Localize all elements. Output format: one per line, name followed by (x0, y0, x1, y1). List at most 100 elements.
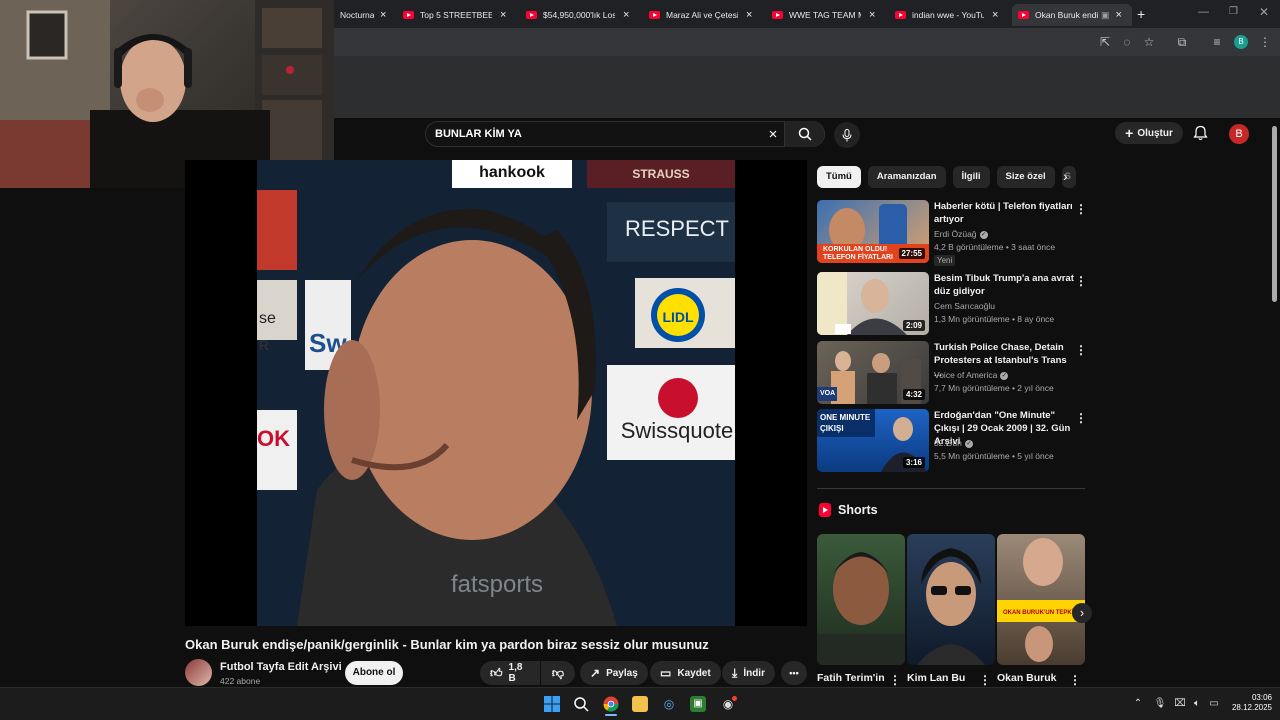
close-icon[interactable]: × (869, 9, 875, 21)
account-avatar[interactable]: B (1229, 124, 1249, 144)
search-input[interactable]: BUNLAR KİM YA (426, 128, 762, 140)
thumbnail-text: KORKULAN OLDU! TELEFON FİYATLARI (823, 246, 893, 261)
recommendation-item[interactable]: 2:09 Besim Tibuk Trump'a ana avrat düz g… (817, 272, 1087, 336)
search-button[interactable] (784, 121, 824, 147)
share-button[interactable]: ↗ Paylaş (580, 661, 648, 685)
notifications-icon[interactable] (1193, 125, 1208, 146)
video-thumbnail[interactable]: 2:09 (817, 272, 929, 335)
short-thumbnail[interactable] (817, 534, 905, 665)
video-thumbnail[interactable]: KORKULAN OLDU! TELEFON FİYATLARI 27:55 (817, 200, 929, 263)
more-actions-button[interactable]: ••• (781, 661, 807, 685)
menu-kebab-icon[interactable]: ⋮ (1257, 34, 1273, 50)
network-icon[interactable]: ⌧ (1172, 696, 1188, 712)
tab-title: WWE TAG TEAM MA (789, 10, 861, 20)
save-button[interactable]: ▭ Kaydet (650, 661, 721, 685)
short-title[interactable]: Fatih Terim'in (817, 672, 885, 684)
download-button[interactable]: ⤓ İndir (722, 661, 775, 685)
browser-tab[interactable]: $54,950,000'lık Los A × (520, 4, 629, 26)
system-clock[interactable]: 03:06 28.12.2025 (1222, 693, 1272, 713)
chip-related[interactable]: İlgili (952, 166, 990, 188)
more-options-icon[interactable]: ⋮ (1075, 274, 1087, 288)
bookmark-icon: ▭ (660, 666, 672, 680)
profile-avatar[interactable]: B (1234, 35, 1248, 49)
browser-tab[interactable]: Nocturnal × (334, 4, 386, 26)
channel-label: 32.Gün (934, 438, 962, 448)
close-icon[interactable]: × (992, 9, 998, 21)
recommendation-title[interactable]: Haberler kötü | Telefon fiyatları artıyo… (934, 200, 1074, 226)
clear-search-icon[interactable]: × (762, 126, 784, 143)
video-duration: 27:55 (898, 248, 925, 259)
thumbnail-text: ONE MINUTE ÇIKIŞI (820, 413, 871, 433)
video-still: hankook STRAUSS RESPECT LIDL Swissquote … (257, 160, 735, 626)
short-thumbnail[interactable]: OKAN BURUK'UN TEPKİSİ (997, 534, 1085, 665)
volume-icon[interactable]: 🔈︎ (1189, 696, 1205, 712)
like-button[interactable]: 👍︎ 1,8 B (480, 661, 540, 685)
new-tab-button[interactable]: + (1137, 6, 1145, 22)
channel-avatar[interactable] (185, 659, 212, 686)
restore-icon[interactable]: ❐ (1229, 6, 1238, 17)
chip-for-you[interactable]: Size özel (996, 166, 1055, 188)
chip-all[interactable]: Tümü (817, 166, 861, 188)
channel-name[interactable]: Futbol Tayfa Edit Arşivi (220, 661, 342, 673)
recommendation-meta: 1,3 Mn görüntüleme • 8 ay önce (934, 314, 1055, 324)
more-options-icon[interactable]: ⋮ (1075, 202, 1087, 216)
search-box[interactable]: BUNLAR KİM YA × (425, 121, 825, 147)
short-title[interactable]: Okan Buruk (997, 672, 1057, 684)
recommendation-item[interactable]: VOA 4:32 Turkish Police Chase, Detain Pr… (817, 341, 1087, 405)
recommendation-item[interactable]: KORKULAN OLDU! TELEFON FİYATLARI 27:55 H… (817, 200, 1087, 266)
install-app-icon[interactable]: ⇱ (1097, 34, 1113, 50)
create-button[interactable]: + Oluştur (1115, 122, 1183, 144)
chrome-icon[interactable] (603, 696, 619, 712)
microphone-icon[interactable]: 🎙︎ (1152, 696, 1168, 712)
video-duration: 2:09 (902, 320, 925, 331)
bookmark-star-icon[interactable]: ☆ (1141, 34, 1157, 50)
scrollbar-thumb[interactable] (1272, 126, 1277, 302)
more-options-icon[interactable]: ⋮ (1075, 411, 1087, 425)
short-title[interactable]: Kim Lan Bu (907, 672, 965, 684)
more-options-icon[interactable]: ⋮ (889, 673, 901, 687)
close-icon[interactable]: × (746, 9, 752, 21)
video-thumbnail[interactable]: VOA 4:32 (817, 341, 929, 404)
eye-off-icon[interactable]: ◌ (1119, 34, 1135, 50)
chevron-up-icon[interactable]: ⌃ (1130, 696, 1146, 712)
more-options-icon[interactable]: ⋮ (979, 673, 991, 687)
more-options-icon[interactable]: ⋮ (1075, 343, 1087, 357)
chip-from-search[interactable]: Aramanızdan (867, 166, 946, 188)
voice-search-button[interactable] (834, 122, 860, 148)
section-divider (817, 488, 1085, 489)
shorts-heading: Shorts (819, 503, 878, 517)
search-icon[interactable] (573, 696, 589, 712)
recommendation-item[interactable]: ONE MINUTE ÇIKIŞI 3:16 Erdoğan'dan "One … (817, 409, 1087, 473)
browser-tab[interactable]: WWE TAG TEAM MA × (766, 4, 875, 26)
verified-icon: ✓ (979, 230, 988, 239)
battery-icon[interactable]: ▭ (1206, 696, 1222, 712)
browser-tab[interactable]: Top 5 STREETBEEFS K × (397, 4, 506, 26)
media-controls-icon[interactable]: ≡ (1209, 34, 1225, 50)
browser-tab[interactable]: Maraz Ali ve Çetesin × (643, 4, 752, 26)
browser-tab[interactable]: indian wwe - YouTub × (889, 4, 998, 26)
video-player[interactable]: hankook STRAUSS RESPECT LIDL Swissquote … (185, 160, 807, 626)
browser-tab-active[interactable]: Okan Buruk endi ▣ × (1012, 4, 1132, 26)
chevron-right-icon[interactable]: › (1063, 168, 1068, 184)
subscribe-button[interactable]: Abone ol (345, 661, 403, 685)
short-thumbnail[interactable] (907, 534, 995, 665)
close-icon[interactable]: × (500, 9, 506, 21)
youtube-icon (526, 11, 537, 19)
active-app-indicator (605, 714, 617, 716)
close-icon[interactable]: × (380, 9, 386, 21)
minimize-icon[interactable]: — (1198, 6, 1209, 18)
close-window-icon[interactable]: ✕ (1259, 5, 1269, 19)
shorts-next-button[interactable]: › (1072, 603, 1092, 623)
recommendation-title[interactable]: Besim Tibuk Trump'a ana avrat düz gidiyo… (934, 272, 1074, 298)
thumbnail-text: VOA (820, 390, 836, 397)
file-explorer-icon[interactable] (632, 696, 648, 712)
more-options-icon[interactable]: ⋮ (1069, 673, 1081, 687)
extensions-icon[interactable]: ⧉ (1174, 34, 1190, 50)
dislike-button[interactable]: 👎︎ (541, 661, 575, 685)
app-icon[interactable]: ▣ (690, 696, 706, 712)
close-icon[interactable]: × (623, 9, 629, 21)
close-icon[interactable]: × (1116, 9, 1122, 21)
video-thumbnail[interactable]: ONE MINUTE ÇIKIŞI 3:16 (817, 409, 929, 472)
steam-icon[interactable]: ◎ (661, 696, 677, 712)
windows-start-icon[interactable] (544, 696, 560, 712)
